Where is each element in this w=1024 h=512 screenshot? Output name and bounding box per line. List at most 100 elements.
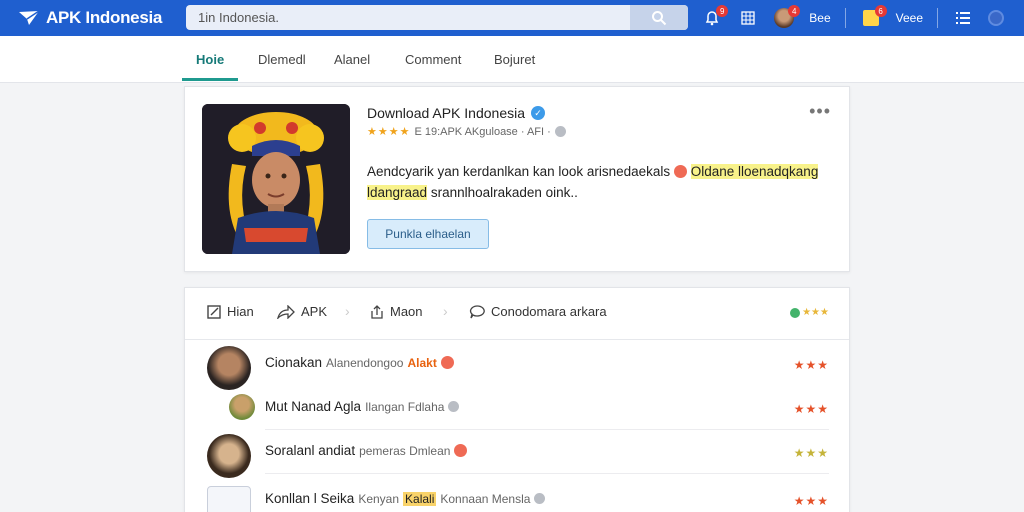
- desc-highlight: Oldane lloenadqkang: [690, 164, 819, 179]
- tab-rating: ★★★: [790, 307, 829, 318]
- row-sub: Kenyan: [358, 491, 400, 506]
- nav-comment[interactable]: Comment: [405, 52, 461, 67]
- rating-stars: ★★★★: [367, 126, 411, 138]
- avatar-placeholder: [207, 486, 251, 512]
- divider: [265, 473, 829, 474]
- row-rating: ★★★: [793, 494, 829, 508]
- header-actions: 9 4 Bee 6 Veee: [701, 0, 1004, 36]
- nav-item-2[interactable]: Dlemedl: [258, 52, 306, 67]
- row-name: Soralanl andiat: [265, 443, 356, 458]
- row-rating: ★★★: [793, 446, 829, 460]
- search-button[interactable]: [630, 5, 688, 30]
- emoji-icon: [440, 356, 454, 369]
- share-icon: [277, 304, 295, 319]
- row-rating: ★★★: [793, 402, 829, 416]
- globe-icon[interactable]: [988, 10, 1004, 26]
- app-card: Download APK Indonesia ✓ ★★★★ E 19:APK A…: [184, 86, 850, 272]
- verified-icon: ✓: [531, 106, 545, 120]
- row-text: Konllan l Seika Kenyan Kalali Konnaan Me…: [265, 491, 546, 506]
- chevron-right-icon: ›: [345, 303, 350, 319]
- status-dot-icon: [790, 307, 801, 318]
- divider: [937, 8, 938, 28]
- info-icon[interactable]: [554, 126, 566, 137]
- comment-icon: [469, 304, 485, 318]
- upload-icon: [371, 304, 383, 319]
- list-item[interactable]: Cionakan Alanendongoo Alakt ★★★: [185, 342, 849, 390]
- chevron-right-icon: ›: [443, 303, 448, 319]
- download-button[interactable]: Punkla elhaelan: [367, 219, 489, 249]
- nav-item-3[interactable]: Alanel: [334, 52, 370, 67]
- tab-label: Maon: [390, 304, 423, 319]
- grid-icon: [741, 11, 755, 25]
- apps-button[interactable]: [737, 7, 759, 29]
- app-description: Aendcyarik yan kerdanlkan kan look arisn…: [367, 161, 837, 203]
- user-avatar-button[interactable]: 4: [773, 5, 801, 29]
- notes-button[interactable]: 6: [860, 5, 887, 29]
- tab-1[interactable]: Hian: [207, 304, 254, 319]
- emoji-icon: [673, 165, 687, 178]
- avatar: [229, 394, 255, 420]
- character-illustration: [202, 104, 350, 254]
- paper-plane-icon: [19, 10, 40, 25]
- comments-card: Hian APK › Maon › Conodomara arkara ★★★: [184, 287, 850, 512]
- nav-home[interactable]: Hoie: [196, 52, 224, 67]
- avatar: [207, 434, 251, 478]
- menu-button[interactable]: [952, 7, 974, 29]
- row-name: Mut Nanad Agla: [265, 399, 362, 414]
- list-item[interactable]: Mut Nanad Agla Ilangan Fdlaha ★★★: [185, 386, 849, 430]
- search-bar: [186, 5, 688, 30]
- tab-stars-text: ★★★: [802, 307, 829, 318]
- top-bar: APK Indonesia 9 4: [0, 0, 1024, 36]
- nav-item-5[interactable]: Bojuret: [494, 52, 535, 67]
- row-name: Cionakan: [265, 355, 323, 370]
- row-rating: ★★★: [793, 358, 829, 372]
- desc-highlight2: ldangraad: [367, 185, 428, 200]
- row-text: Soralanl andiat pemeras Dmlean: [265, 443, 468, 458]
- desc-line1: Aendcyarik yan kerdanlkan kan look arisn…: [367, 164, 671, 179]
- search-input[interactable]: [186, 5, 630, 30]
- more-options-icon[interactable]: •••: [809, 101, 831, 122]
- tab-label: APK: [301, 304, 328, 319]
- app-title: Download APK Indonesia ✓: [367, 105, 545, 121]
- desc-line2: srannlhoalrakaden oink..: [430, 185, 578, 200]
- tab-label: Conodomara arkara: [491, 304, 607, 319]
- meta-text: E 19:APK AKguloase · AFI ·: [414, 125, 551, 138]
- info-icon: [448, 401, 460, 412]
- row-tag: Alakt: [407, 355, 437, 370]
- notifications-button[interactable]: 9: [701, 5, 729, 29]
- note-badge: 6: [874, 5, 887, 17]
- info-icon: [534, 493, 546, 504]
- row-sub: Ilangan Fdlaha: [365, 399, 445, 414]
- edit-icon: [207, 304, 221, 319]
- tab-2[interactable]: APK: [277, 304, 327, 319]
- app-meta: ★★★★ E 19:APK AKguloase · AFI ·: [367, 125, 566, 138]
- row-extra: Konnaan Mensla: [440, 491, 531, 506]
- app-thumbnail[interactable]: [202, 104, 350, 254]
- avatar: [207, 346, 251, 390]
- row-name: Konllan l Seika: [265, 491, 355, 506]
- divider: [844, 8, 846, 28]
- brand-logo[interactable]: APK Indonesia: [18, 8, 178, 28]
- tab-label: Hian: [227, 304, 254, 319]
- row-sub: Alanendongoo: [326, 355, 404, 370]
- emoji-icon: [454, 444, 468, 457]
- row-text: Mut Nanad Agla Ilangan Fdlaha: [265, 399, 460, 414]
- notification-badge: 9: [716, 5, 729, 17]
- user-badge: 4: [788, 5, 801, 17]
- app-title-text: Download APK Indonesia: [367, 105, 525, 121]
- list-item[interactable]: Konllan l Seika Kenyan Kalali Konnaan Me…: [185, 478, 849, 512]
- row-sub: pemeras Dmlean: [359, 443, 451, 458]
- main-nav: Hoie Dlemedl Alanel Comment Bojuret: [0, 36, 1024, 83]
- tab-4[interactable]: Conodomara arkara: [469, 304, 607, 319]
- row-tag: Kalali: [403, 491, 437, 506]
- tab-3[interactable]: Maon: [370, 304, 423, 319]
- brand-name: APK Indonesia: [46, 8, 163, 27]
- row-text: Cionakan Alanendongoo Alakt: [265, 355, 454, 370]
- user2-label[interactable]: Veee: [896, 11, 923, 25]
- active-tab-indicator: [182, 78, 238, 81]
- list-item[interactable]: Soralanl andiat pemeras Dmlean ★★★: [185, 430, 849, 478]
- user-label[interactable]: Bee: [809, 11, 830, 25]
- search-icon: [652, 10, 667, 25]
- list-tabs: Hian APK › Maon › Conodomara arkara ★★★: [185, 288, 849, 340]
- list-menu-icon: [956, 12, 970, 24]
